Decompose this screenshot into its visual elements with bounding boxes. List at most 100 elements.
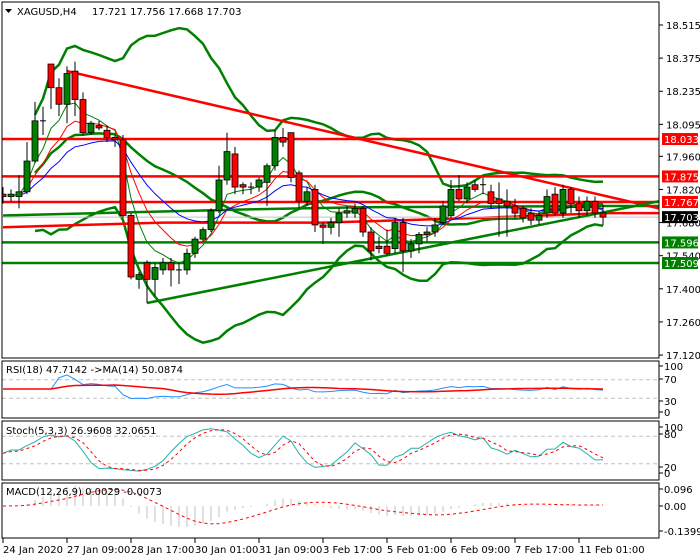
candle-body bbox=[103, 129, 111, 138]
time-tick-label: 5 Feb 01:00 bbox=[387, 545, 446, 556]
candle-body bbox=[31, 120, 39, 162]
candle[interactable] bbox=[55, 78, 63, 117]
candle[interactable] bbox=[176, 262, 182, 285]
candle[interactable] bbox=[40, 106, 46, 136]
candle-body bbox=[87, 122, 95, 134]
candle[interactable] bbox=[287, 132, 295, 183]
candle[interactable] bbox=[423, 227, 431, 242]
candle[interactable] bbox=[279, 127, 287, 147]
time-tick-label: 30 Jan 01:00 bbox=[195, 545, 258, 556]
candle[interactable] bbox=[480, 177, 486, 195]
price-tick-label: 18.515 bbox=[666, 21, 700, 32]
candle[interactable] bbox=[359, 205, 367, 237]
candle-body bbox=[367, 231, 375, 252]
candle-body bbox=[447, 189, 455, 216]
candle[interactable] bbox=[223, 132, 231, 185]
price-tick-label: 17.120 bbox=[666, 351, 700, 362]
candle-body bbox=[79, 99, 87, 134]
candle-body bbox=[7, 193, 15, 197]
level-price-label: 17.875 bbox=[664, 172, 699, 183]
candle-body bbox=[351, 207, 359, 214]
candle[interactable] bbox=[311, 184, 319, 233]
candle-body bbox=[135, 274, 143, 280]
candle-body bbox=[455, 189, 463, 200]
time-tick-label: 24 Jan 2020 bbox=[3, 545, 63, 556]
candle[interactable] bbox=[255, 177, 263, 192]
candle[interactable] bbox=[503, 189, 511, 237]
candle[interactable] bbox=[7, 189, 15, 202]
candle-body bbox=[567, 189, 575, 205]
candle-body bbox=[127, 215, 135, 278]
candle-body bbox=[263, 165, 271, 183]
candle-body bbox=[519, 207, 527, 219]
candle[interactable] bbox=[215, 165, 223, 214]
candle[interactable] bbox=[47, 63, 55, 109]
candle[interactable] bbox=[263, 163, 271, 206]
macd-label: MACD(12,26,9) 0.0029 -0.0073 bbox=[6, 487, 162, 498]
candle-body bbox=[527, 212, 535, 221]
candle-body bbox=[535, 215, 543, 221]
candle-body bbox=[215, 179, 223, 212]
candle[interactable] bbox=[15, 175, 23, 209]
candle[interactable] bbox=[487, 184, 495, 209]
price-chart[interactable]: 18.51518.37518.23518.09517.96017.82017.6… bbox=[0, 0, 700, 560]
candle-body bbox=[359, 207, 367, 233]
candle[interactable] bbox=[599, 204, 607, 226]
candle[interactable] bbox=[151, 262, 159, 296]
candle[interactable] bbox=[519, 205, 527, 223]
candle[interactable] bbox=[559, 184, 567, 218]
candle-body bbox=[559, 189, 567, 214]
candle[interactable] bbox=[87, 120, 95, 136]
rsi-axis-tick-label: 100 bbox=[664, 362, 683, 373]
candle[interactable] bbox=[319, 222, 327, 244]
time-axis: 24 Jan 2020 27 Jan 09:00 28 Jan 17:00 30 Ja… bbox=[2, 538, 645, 556]
candle-body bbox=[407, 243, 415, 252]
candle-body bbox=[159, 262, 167, 271]
candle[interactable] bbox=[455, 175, 463, 202]
candle[interactable] bbox=[239, 182, 247, 195]
candle[interactable] bbox=[271, 130, 279, 171]
candle[interactable] bbox=[327, 217, 335, 235]
macd-axis-tick-label: 0.00 bbox=[664, 502, 686, 513]
rsi-axis-tick-label: 0 bbox=[664, 408, 670, 419]
candle[interactable] bbox=[135, 272, 143, 289]
candle[interactable] bbox=[567, 187, 575, 214]
candle[interactable] bbox=[119, 135, 127, 218]
macd-axis-tick-label: 0.096 bbox=[664, 485, 693, 496]
candle[interactable] bbox=[495, 182, 503, 237]
candle[interactable] bbox=[127, 213, 135, 280]
level-price-label: 18.033 bbox=[664, 135, 699, 146]
candle[interactable] bbox=[375, 236, 383, 254]
candle[interactable] bbox=[159, 258, 167, 275]
candle[interactable] bbox=[183, 248, 191, 275]
candle[interactable] bbox=[551, 187, 559, 216]
main-panel[interactable] bbox=[0, 26, 662, 345]
price-tick-label: 17.960 bbox=[666, 152, 700, 163]
candle-body bbox=[383, 245, 391, 254]
price-tick-label: 17.260 bbox=[666, 318, 700, 329]
chart-header: XAGUSD,H4 17.721 17.756 17.668 17.703 bbox=[5, 7, 242, 18]
time-tick-label: 3 Feb 17:00 bbox=[323, 545, 382, 556]
candle-body bbox=[119, 139, 127, 216]
candle-body bbox=[63, 73, 71, 105]
rsi-label: RSI(18) 47.7142 ->MA(14) 50.0874 bbox=[6, 365, 183, 376]
candle-body bbox=[183, 252, 191, 271]
time-tick-label: 31 Jan 09:00 bbox=[259, 545, 322, 556]
candle[interactable] bbox=[79, 92, 87, 136]
candle[interactable] bbox=[231, 146, 239, 195]
price-tick-label: 18.235 bbox=[666, 87, 700, 98]
time-tick-label: 7 Feb 17:00 bbox=[515, 545, 574, 556]
candle[interactable] bbox=[63, 66, 71, 124]
candle[interactable] bbox=[391, 217, 399, 254]
candle[interactable] bbox=[199, 227, 207, 242]
candle[interactable] bbox=[207, 208, 215, 233]
stoch-axis-tick-label: 80 bbox=[664, 430, 677, 441]
candle[interactable] bbox=[71, 61, 79, 117]
candle[interactable] bbox=[23, 142, 31, 195]
candle-body bbox=[583, 200, 591, 212]
candle-body bbox=[335, 212, 343, 223]
candle[interactable] bbox=[439, 201, 447, 225]
rsi-panel[interactable] bbox=[2, 374, 659, 400]
candle-body bbox=[207, 210, 215, 231]
triangle-down-icon[interactable] bbox=[5, 9, 12, 13]
